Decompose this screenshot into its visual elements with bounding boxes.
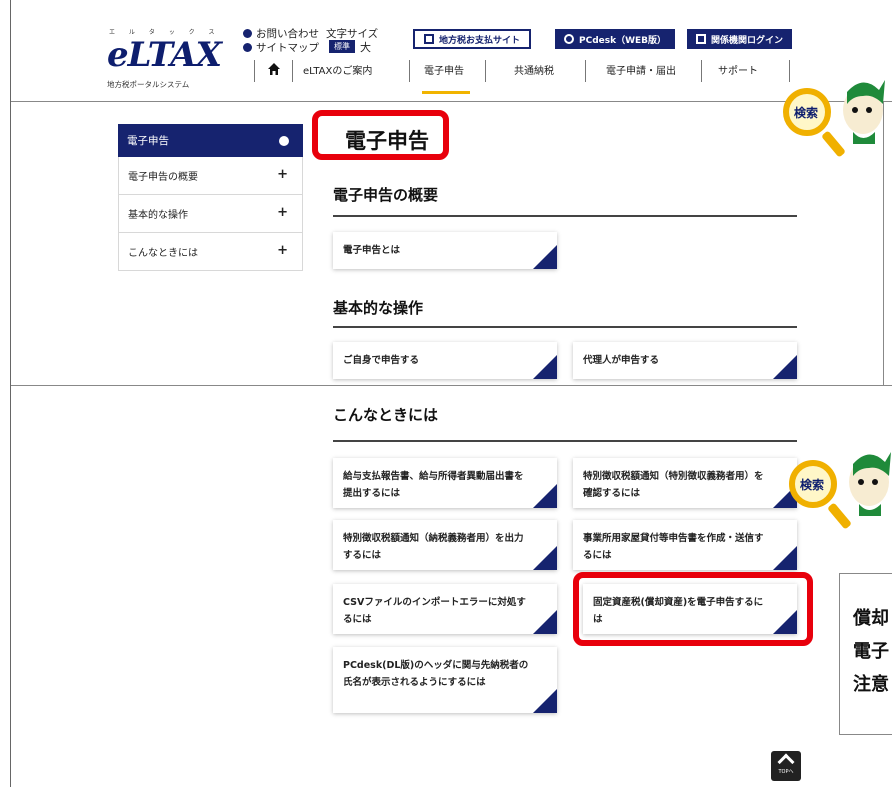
nav-separator xyxy=(789,60,790,82)
sidebar-item-label: 電子申告の概要 xyxy=(128,172,198,183)
callout-line: 電子 xyxy=(853,641,889,662)
sidebar-item-label: 基本的な操作 xyxy=(128,210,188,221)
mascot-character-icon xyxy=(849,452,891,516)
section-heading-overview: 電子申告の概要 xyxy=(333,186,439,204)
pcdesk-web-label: PCdesk（WEB版） xyxy=(579,35,667,46)
contact-link[interactable]: お問い合わせ xyxy=(243,26,319,41)
card-file-yourself[interactable]: ご自身で申告する xyxy=(333,342,557,379)
contact-link-label: お問い合わせ xyxy=(256,28,319,40)
plus-icon: + xyxy=(277,243,288,258)
card-label: 事業所用家屋貸付等申告書を作成・送信するには xyxy=(583,533,764,561)
card-salary-report[interactable]: 給与支払報告書、給与所得者異動届出書を提出するには xyxy=(333,458,557,508)
callout-line: 償却 xyxy=(853,608,889,629)
login-icon xyxy=(696,34,706,44)
nav-separator xyxy=(485,60,486,82)
search-label[interactable]: 検索 xyxy=(800,476,824,493)
sidebar-head-label: 電子申告 xyxy=(127,135,169,147)
card-csv-import-error[interactable]: CSVファイルのインポートエラーに対処するには xyxy=(333,584,557,634)
home-icon[interactable] xyxy=(267,62,281,76)
nav-electronic-filing[interactable]: 電子申告 xyxy=(424,62,464,77)
sitemap-link[interactable]: サイトマップ xyxy=(243,40,319,55)
sitemap-link-label: サイトマップ xyxy=(256,42,319,54)
section-rule xyxy=(333,326,797,328)
sidebar-head-electronic-filing[interactable]: 電子申告 xyxy=(118,124,303,157)
building-icon xyxy=(424,34,434,44)
nav-common-payment[interactable]: 共通納税 xyxy=(514,62,554,77)
sidebar-item-overview[interactable]: 電子申告の概要 + xyxy=(118,157,303,195)
card-corner-arrow-icon xyxy=(533,245,557,269)
card-business-house-rental[interactable]: 事業所用家屋貸付等申告書を作成・送信するには xyxy=(573,520,797,570)
nav-separator xyxy=(585,60,586,82)
card-special-collection-taxpayer[interactable]: 特別徴収税額通知（納税義務者用）を出力するには xyxy=(333,520,557,570)
content-border xyxy=(883,102,884,385)
page: エ ル タ ッ ク ス eLTAX 地方税ポータルシステム お問い合わせ サイト… xyxy=(10,0,892,787)
font-size-large-button[interactable]: 大 xyxy=(360,39,371,55)
card-pcdesk-header[interactable]: PCdesk(DL版)のヘッダに関与先納税者の氏名が表示されるようにするには xyxy=(333,647,557,713)
pcdesk-web-button[interactable]: PCdesk（WEB版） xyxy=(555,29,676,49)
nav-separator xyxy=(254,60,255,82)
sidebar-item-label: こんなときには xyxy=(128,248,198,259)
card-label: PCdesk(DL版)のヘッダに関与先納税者の氏名が表示されるようにするには xyxy=(343,660,529,688)
agency-login-button[interactable]: 関係機関ログイン xyxy=(687,29,793,49)
card-label: 特別徴収税額通知（特別徴収義務者用）を確認するには xyxy=(583,471,764,499)
mascot-character-icon xyxy=(843,80,885,144)
card-special-collection-employer[interactable]: 特別徴収税額通知（特別徴収義務者用）を確認するには xyxy=(573,458,797,508)
sidebar-item-basic-operations[interactable]: 基本的な操作 + xyxy=(118,195,303,233)
card-corner-arrow-icon xyxy=(773,355,797,379)
card-corner-arrow-icon xyxy=(773,546,797,570)
bullet-icon xyxy=(243,43,252,52)
plus-icon: + xyxy=(277,167,288,182)
nav-separator xyxy=(701,60,702,82)
nav-active-indicator xyxy=(422,91,470,94)
card-corner-arrow-icon xyxy=(533,484,557,508)
site-header: エ ル タ ッ ク ス eLTAX 地方税ポータルシステム お問い合わせ サイト… xyxy=(11,0,892,102)
plus-icon: + xyxy=(277,205,288,220)
card-what-is-efiling[interactable]: 電子申告とは xyxy=(333,232,557,269)
nav-separator xyxy=(292,60,293,82)
bullet-icon xyxy=(243,29,252,38)
panel-separator xyxy=(11,385,892,386)
nav-electronic-application[interactable]: 電子申請・届出 xyxy=(606,62,676,77)
section-heading-faq: こんなときには xyxy=(333,406,439,424)
highlight-box-fixed-asset xyxy=(573,572,813,646)
chevron-up-icon xyxy=(777,753,795,771)
nav-separator xyxy=(409,60,410,82)
card-label: CSVファイルのインポートエラーに対処するには xyxy=(343,597,526,625)
payment-site-label: 地方税お支払サイト xyxy=(439,35,521,46)
section-rule xyxy=(333,215,797,217)
nav-support[interactable]: サポート xyxy=(718,62,758,77)
font-size-standard-button[interactable]: 標準 xyxy=(329,40,355,53)
agency-login-label: 関係機関ログイン xyxy=(711,35,784,46)
highlight-box-title xyxy=(312,110,449,160)
eltax-logo[interactable]: エ ル タ ッ ク ス eLTAX 地方税ポータルシステム xyxy=(107,27,237,92)
sidebar-item-faq[interactable]: こんなときには + xyxy=(118,233,303,271)
card-corner-arrow-icon xyxy=(533,355,557,379)
payment-site-button[interactable]: 地方税お支払サイト xyxy=(413,29,532,49)
section-heading-basic-operations: 基本的な操作 xyxy=(333,299,424,317)
logo-subtitle: 地方税ポータルシステム xyxy=(107,80,190,89)
globe-icon xyxy=(564,34,574,44)
card-label: ご自身で申告する xyxy=(343,355,420,366)
card-corner-arrow-icon xyxy=(533,689,557,713)
nav-about-eltax[interactable]: eLTAXのご案内 xyxy=(303,62,372,77)
callout-line: 注意 xyxy=(853,674,889,695)
sidebar: 電子申告 電子申告の概要 + 基本的な操作 + こんなときには + xyxy=(118,124,303,271)
card-label: 電子申告とは xyxy=(343,245,401,256)
logo-mark: eLTAX xyxy=(107,35,222,75)
page-top-button[interactable]: TOPへ xyxy=(771,751,801,781)
card-file-by-agent[interactable]: 代理人が申告する xyxy=(573,342,797,379)
section-rule xyxy=(333,440,797,442)
search-label[interactable]: 検索 xyxy=(794,104,818,121)
circle-icon xyxy=(279,136,289,146)
card-corner-arrow-icon xyxy=(533,610,557,634)
card-label: 給与支払報告書、給与所得者異動届出書を提出するには xyxy=(343,471,524,499)
card-label: 特別徴収税額通知（納税義務者用）を出力するには xyxy=(343,533,524,561)
card-corner-arrow-icon xyxy=(533,546,557,570)
card-label: 代理人が申告する xyxy=(583,355,660,366)
